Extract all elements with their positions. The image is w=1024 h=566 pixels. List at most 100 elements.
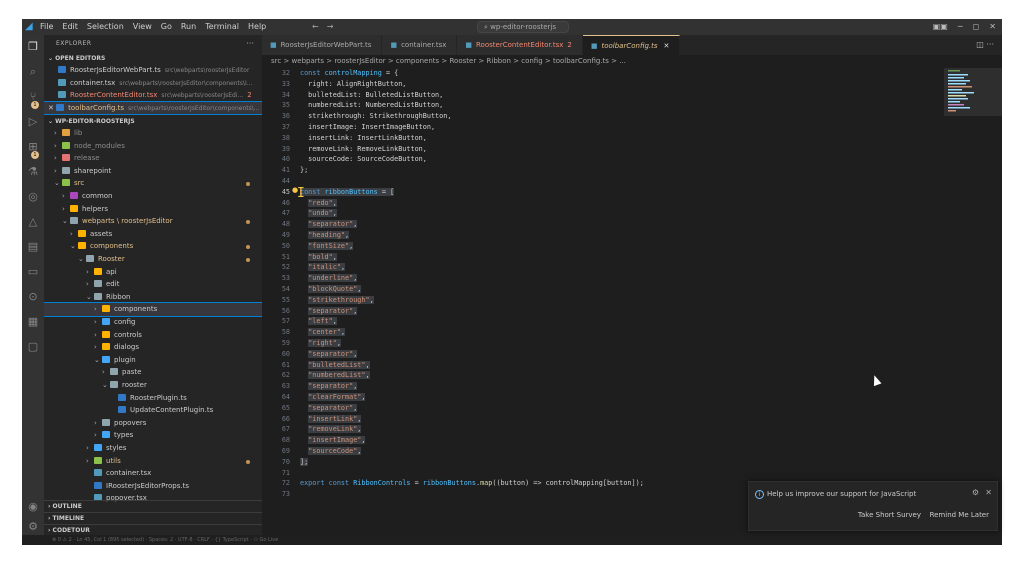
account-icon[interactable]: ◉ [26, 500, 40, 514]
open-editor-item[interactable]: RoosterContentEditor.tsx src\webparts\roo… [44, 89, 262, 102]
code-line[interactable]: "separator", [300, 306, 358, 317]
close-window-icon[interactable]: ✕ [989, 19, 996, 35]
code-line[interactable]: "separator", [300, 381, 358, 392]
code-line[interactable]: "separator", [300, 349, 358, 360]
code-line[interactable]: "left", [300, 316, 337, 327]
menu-item-edit[interactable]: Edit [62, 19, 78, 35]
more-actions-icon[interactable]: ··· [246, 35, 254, 53]
editor-tab[interactable]: ■ RoosterJsEditorWebPart.ts [262, 35, 383, 55]
code-line[interactable]: "insertLink", [300, 414, 362, 425]
editor-tab[interactable]: ■ toolbarConfig.ts ✕ [582, 35, 681, 55]
tree-item[interactable]: ⌄ rooster [44, 379, 262, 392]
code-line[interactable]: "bulletedList", [300, 360, 370, 371]
layout-icon[interactable]: ▣▣ [933, 19, 948, 35]
command-center-search[interactable]: ⌕ wp-editor-roosterjs [477, 21, 569, 33]
minimize-icon[interactable]: ─ [958, 19, 963, 35]
minimap[interactable] [944, 68, 1002, 508]
open-editor-item[interactable]: ✕ toolbarConfig.ts src\webparts\roosterJs… [44, 100, 262, 116]
code-line[interactable]: "undo", [300, 208, 337, 219]
tree-item[interactable]: › assets [44, 228, 262, 241]
remind-later-button[interactable]: Remind Me Later [930, 511, 989, 519]
code-line[interactable]: "italic", [300, 262, 346, 273]
tree-item[interactable]: ⌄ components [44, 240, 262, 253]
split-editor-icon[interactable]: ◫ ··· [976, 40, 994, 49]
tree-item[interactable]: › paste [44, 366, 262, 379]
menu-item-view[interactable]: View [133, 19, 152, 35]
code-line[interactable]: "separator", [300, 403, 358, 414]
azure-icon[interactable]: △ [26, 215, 40, 229]
open-editor-item[interactable]: container.tsx src\webparts\roosterJsEdito… [44, 77, 262, 90]
code-line[interactable]: "strikethrough", [300, 295, 374, 306]
menu-item-selection[interactable]: Selection [87, 19, 124, 35]
code-line[interactable]: "removeLink", [300, 424, 362, 435]
menu-item-help[interactable]: Help [248, 19, 266, 35]
breadcrumb[interactable]: src > webparts > roosterJsEditor > compo… [262, 55, 1002, 67]
tree-item[interactable]: ⌄ Ribbon [44, 291, 262, 304]
menu-item-file[interactable]: File [40, 19, 53, 35]
code-line[interactable]: removeLink: RemoveLinkButton, [300, 144, 427, 155]
section-codetour[interactable]: › CODETOUR [44, 524, 262, 535]
code-line[interactable]: "heading", [300, 230, 350, 241]
tree-item[interactable]: › edit [44, 278, 262, 291]
close-editor-icon[interactable]: ✕ [48, 104, 56, 112]
code-line[interactable]: "underline", [300, 273, 358, 284]
code-line[interactable]: "right", [300, 338, 341, 349]
tree-item[interactable]: › types [44, 429, 262, 442]
manage-gear-icon[interactable]: ⚙ [26, 520, 40, 534]
code-line[interactable]: sourceCode: SourceCodeButton, [300, 154, 427, 165]
section-timeline[interactable]: › TIMELINE [44, 512, 262, 524]
search-icon[interactable]: ⌕ [26, 65, 40, 79]
run-debug-icon[interactable]: ▷ [26, 115, 40, 129]
tree-item[interactable]: › helpers [44, 203, 262, 216]
menu-item-terminal[interactable]: Terminal [205, 19, 239, 35]
code-line[interactable]: "sourceCode", [300, 446, 362, 457]
code-line[interactable]: "clearFormat", [300, 392, 366, 403]
testing-icon[interactable]: ⚗ [26, 165, 40, 179]
code-line[interactable]: "redo", [300, 198, 337, 209]
tree-item[interactable]: ⌄ webparts \ roosterJsEditor [44, 215, 262, 228]
code-line[interactable]: "bold", [300, 252, 337, 263]
tree-item[interactable]: › node_modules [44, 140, 262, 153]
close-tab-icon[interactable]: ✕ [664, 42, 670, 50]
code-line[interactable]: }; [300, 165, 308, 176]
code-line[interactable]: right: AlignRightButton, [300, 79, 406, 90]
code-line[interactable]: export const RibbonControls = ribbonButt… [300, 478, 644, 489]
section-outline[interactable]: › OUTLINE [44, 500, 262, 512]
tree-item[interactable]: › utils [44, 455, 262, 468]
tree-item[interactable]: › dialogs [44, 341, 262, 354]
tree-item[interactable]: ⌄ src [44, 177, 262, 190]
tree-item[interactable]: ⌄ plugin [44, 354, 262, 367]
menu-item-run[interactable]: Run [181, 19, 196, 35]
code-line[interactable]: const ribbonButtons = [ [300, 187, 395, 198]
tree-item[interactable]: › styles [44, 442, 262, 455]
take-survey-button[interactable]: Take Short Survey [858, 511, 921, 519]
tree-item[interactable]: › config [44, 316, 262, 329]
tree-item[interactable]: › sharepoint [44, 165, 262, 178]
code-line[interactable]: "numberedList", [300, 370, 370, 381]
code-line[interactable]: "insertImage", [300, 435, 366, 446]
tree-item[interactable]: › controls [44, 329, 262, 342]
project-header[interactable]: ⌄ WP-EDITOR-ROOSTERJS [44, 116, 262, 127]
docker-icon[interactable]: ⊙ [26, 290, 40, 304]
terminal-icon[interactable]: ▭ [26, 265, 40, 279]
tree-item[interactable]: IRoosterJsEditorProps.ts [44, 480, 262, 493]
tour-icon[interactable]: ▤ [26, 240, 40, 254]
code-line[interactable]: "fontSize", [300, 241, 354, 252]
tree-item[interactable]: › lib [44, 127, 262, 140]
notification-close-icon[interactable]: ✕ [985, 488, 992, 497]
tree-item[interactable]: › release [44, 152, 262, 165]
code-line[interactable]: "separator", [300, 219, 358, 230]
tree-item[interactable]: › common [44, 190, 262, 203]
tree-item[interactable]: ⌄ Rooster [44, 253, 262, 266]
maximize-icon[interactable]: ◻ [973, 19, 980, 35]
code-line[interactable]: numberedList: NumberedListButton, [300, 100, 443, 111]
tree-item[interactable]: RoosterPlugin.ts [44, 392, 262, 405]
code-line[interactable]: const controlMapping = { [300, 68, 398, 79]
explorer-icon[interactable]: ❐ [26, 40, 40, 54]
open-editors-header[interactable]: ⌄ OPEN EDITORS [44, 53, 262, 64]
code-line[interactable]: ]; [300, 457, 309, 468]
code-line[interactable]: strikethrough: StrikethroughButton, [300, 111, 451, 122]
remote-icon[interactable]: ◎ [26, 190, 40, 204]
tree-item[interactable]: › components [44, 302, 262, 317]
open-editor-item[interactable]: RoosterJsEditorWebPart.ts src\webparts\ro… [44, 64, 262, 77]
